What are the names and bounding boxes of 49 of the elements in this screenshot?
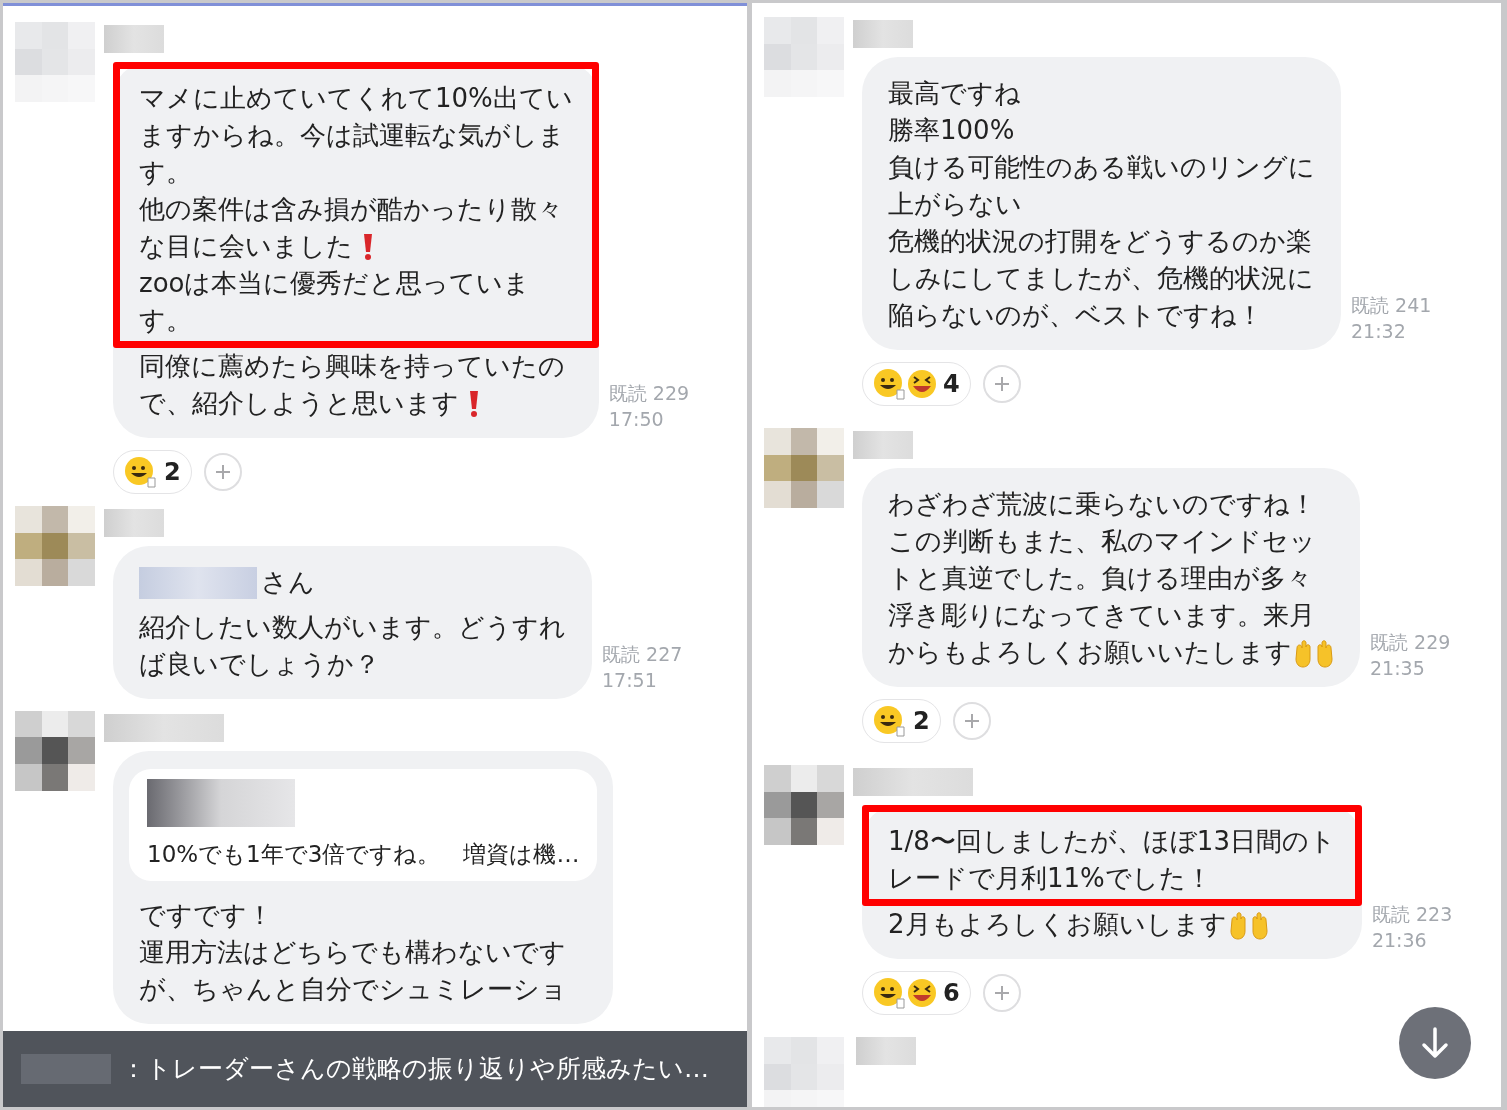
blurred-name [104,509,164,537]
read-count: 既読 229 [1370,630,1451,655]
message-time: 21:36 [1371,928,1428,953]
read-count: 既読 227 [602,641,683,667]
message-text: 同僚に薦めたら興味を持っていたの で、紹介しようと思います [139,350,566,420]
exclamation-icon [467,389,481,418]
smiley-thumbs-up-icon [124,456,158,488]
message-text: マメに止めていてくれて10%出てい ますからね。今は試運転な気がしま す。 他の案件は含み損が酷かったり散々 な目に会いました zooは本当に優秀だと思っていま す。 [139,82,573,337]
smiley-thumbs-up-icon [873,368,907,400]
notification-bar[interactable]: ：トレーダーさんの戦略の振り返りや所感みたい… [3,1031,747,1107]
reaction-button[interactable]: 4 [862,362,971,406]
reaction-button[interactable]: 2 [862,699,941,743]
raised-palms-icon [1294,637,1334,668]
laughing-face-icon [907,369,937,399]
message-text: 2月もよろしくお願いします [888,906,1336,943]
laughing-face-icon [907,978,937,1008]
plus-icon [993,985,1010,1001]
message-text: わざわざ荒波に乗らないのですね！ この判断もまた、私のマインドセッ トと真逆でした。負ける理由が多々 浮き彫りになってきています。来月 からもよろしくお願いいたします [888,486,1334,671]
message-time: 21:35 [1370,656,1426,681]
message-text: ですです！ 運用方法はどちらでも構わないです が、ちゃんと自分でシュミレーショ [139,899,568,1006]
arrow-down-icon [1420,1027,1450,1059]
smiley-thumbs-up-icon [873,705,907,737]
add-reaction-button[interactable] [203,453,242,491]
plus-icon [993,376,1010,392]
message-time: 17:51 [602,667,658,693]
add-reaction-button[interactable] [982,974,1021,1012]
message-time: 21:32 [1351,319,1407,344]
plus-icon [963,713,980,729]
raised-palms-icon [1228,909,1269,940]
blurred-name [856,1037,916,1065]
plus-icon [214,464,231,480]
blurred-name [853,20,913,48]
read-count: 既読 229 [608,381,690,406]
message-text: さん 紹介したい数人がいます。どうすれ ば良いでしょうか？ [139,565,566,681]
read-count: 既読 223 [1371,902,1453,927]
notification-text: ：トレーダーさんの戦略の振り返りや所感みたい… [121,1053,709,1086]
blurred-name [104,25,164,53]
add-reaction-button[interactable] [952,702,991,740]
message-time: 17:50 [608,407,665,432]
blurred-name [853,431,913,459]
read-count: 既読 241 [1351,293,1432,318]
message-text: 最高ですね 勝率100% 負ける可能性のある戦いのリングに 上がらない 危機的状況の打開をどうするのか楽 しみにしてましたが、危機的状況に 陥らないのが、ベストですね！ [888,77,1315,332]
reaction-button[interactable]: 6 [862,971,971,1015]
add-reaction-button[interactable] [982,365,1021,403]
reaction-button[interactable]: 2 [113,450,192,494]
exclamation-icon [361,232,375,261]
smiley-thumbs-up-icon [873,977,907,1009]
message-text: 1/8〜回しましたが、ほぼ13日間のト レードで月利11%でした！ [888,825,1336,895]
quoted-text: 10%でも1年で3倍ですね。 増資は機… [147,839,580,869]
